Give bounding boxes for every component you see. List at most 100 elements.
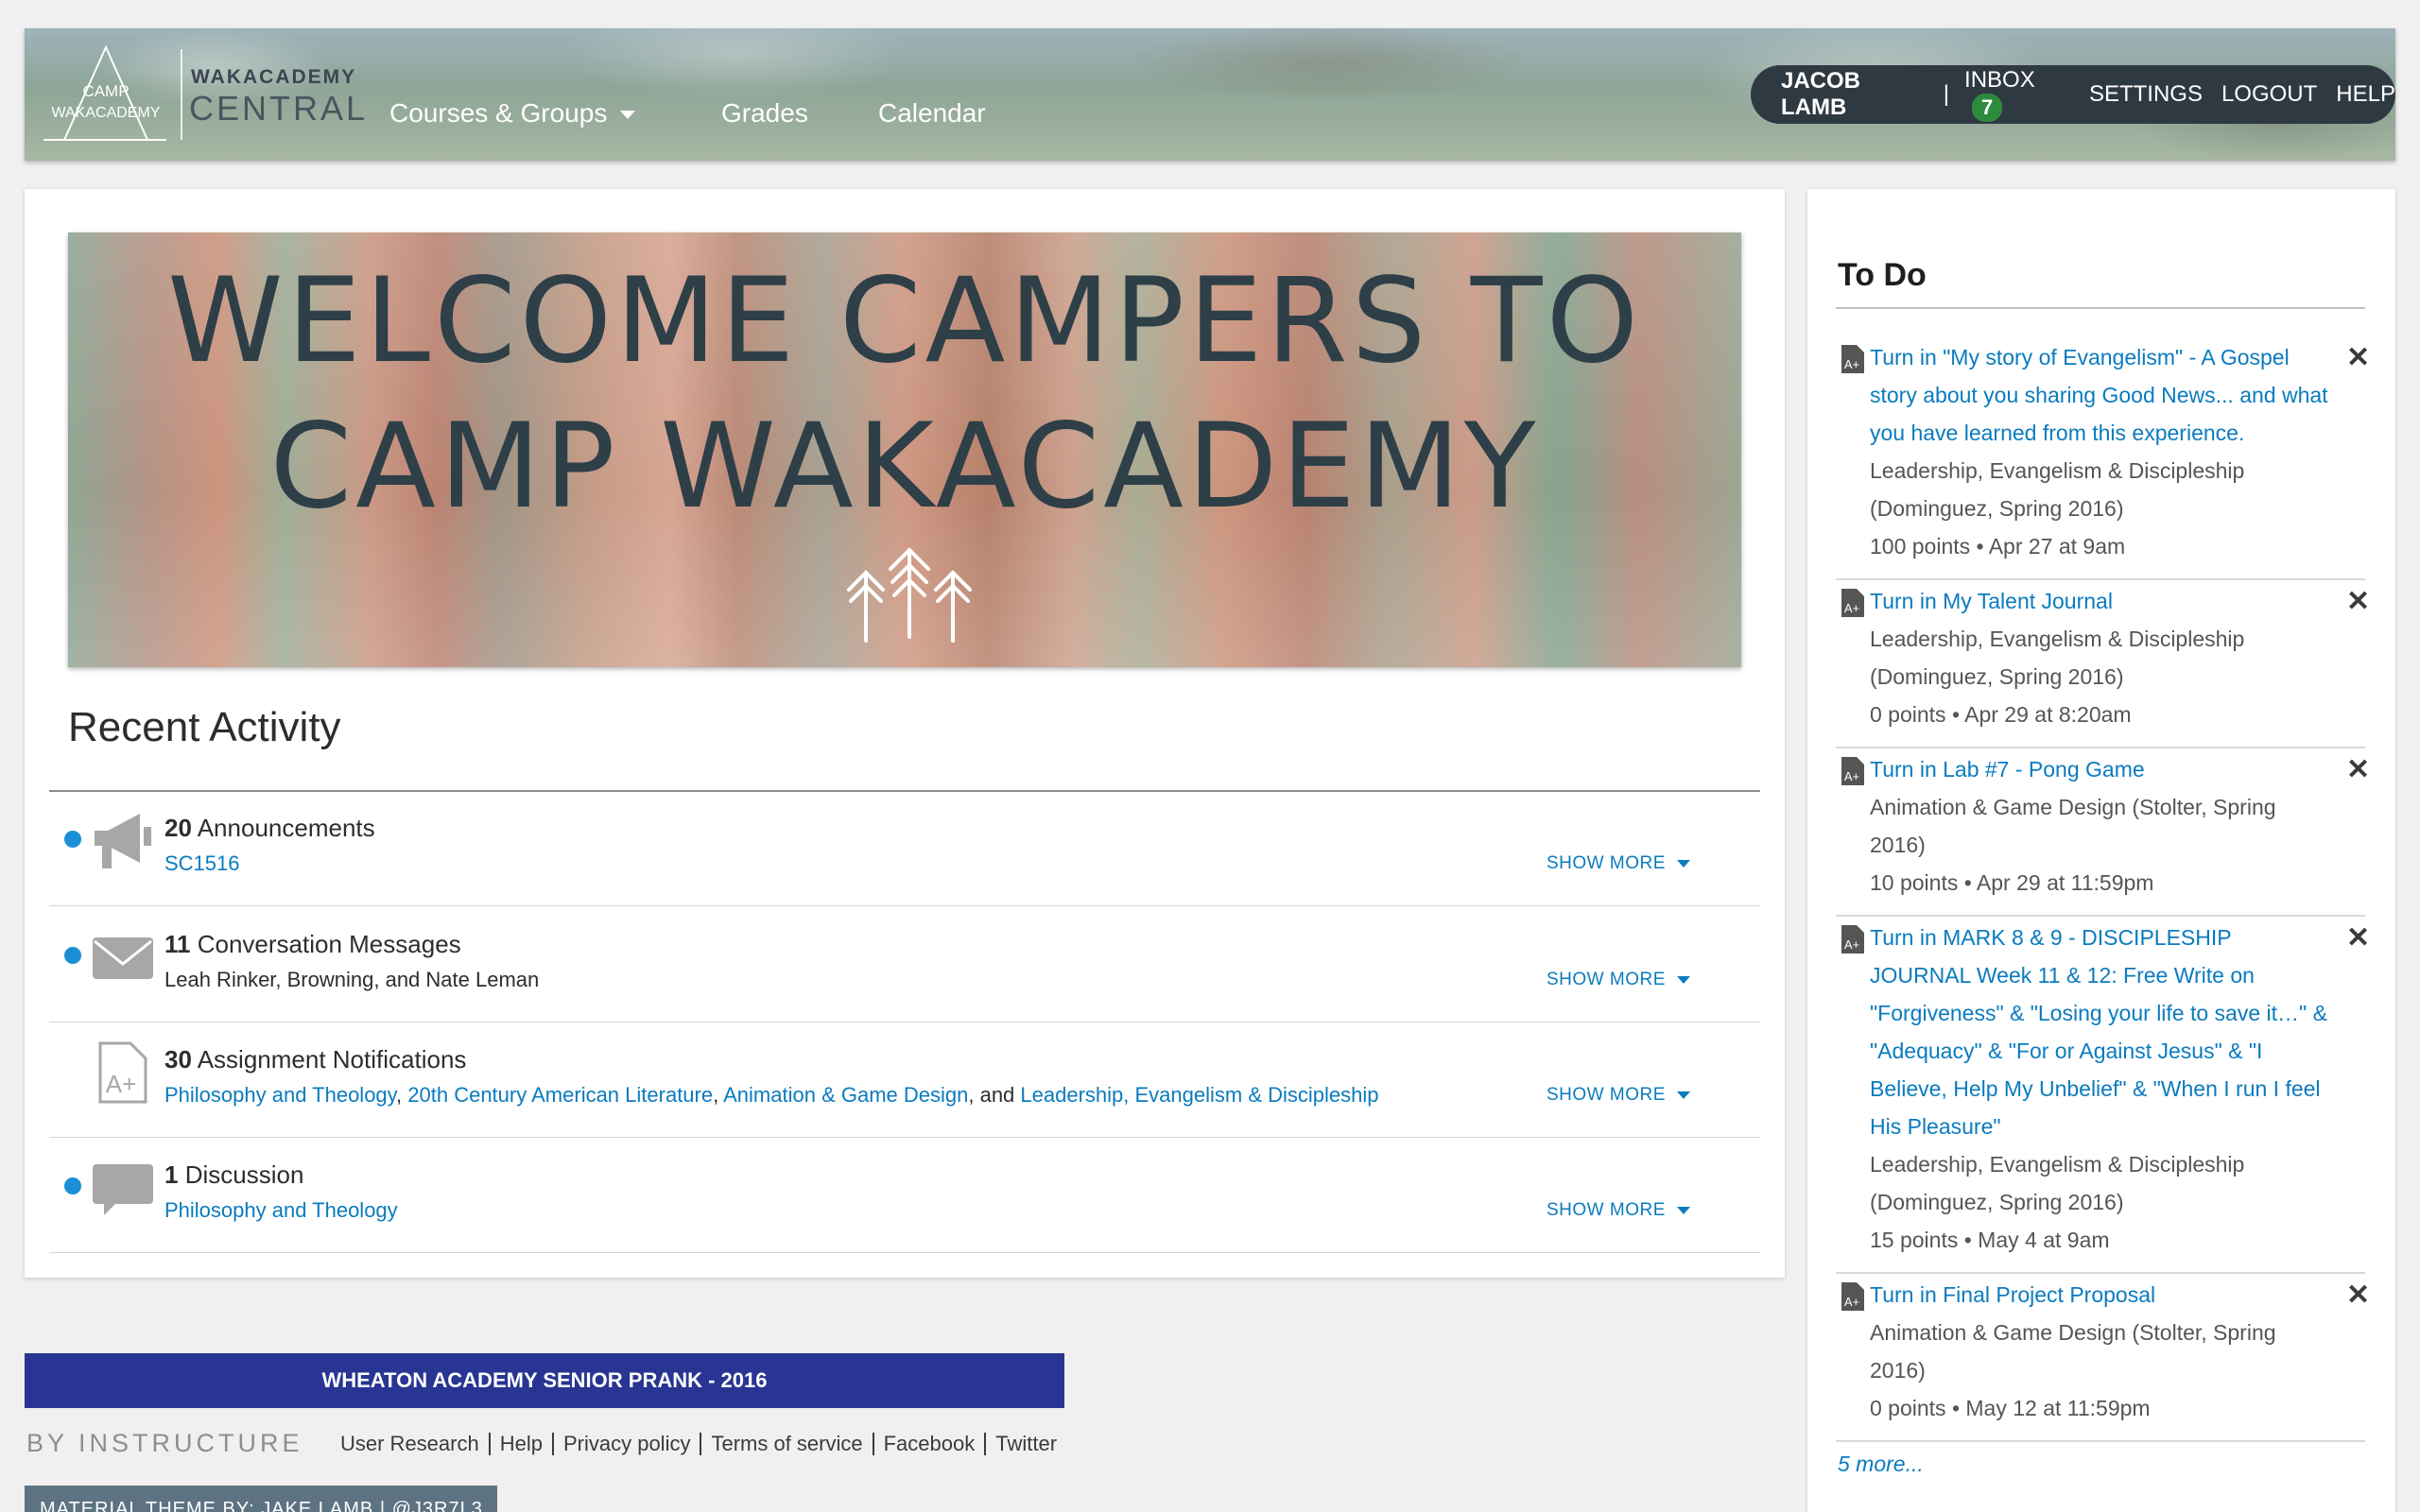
show-more-button[interactable]: SHOW MORE — [1547, 1085, 1690, 1106]
close-icon[interactable]: ✕ — [2346, 344, 2370, 372]
activity-row-assignments[interactable]: A+ 30 Assignment Notifications Philosoph… — [49, 1022, 1760, 1138]
todo-course: Animation & Game Design (Stolter, Spring… — [1870, 795, 2276, 857]
todo-assignment-link[interactable]: Turn in Final Project Proposal — [1870, 1276, 2333, 1314]
todo-assignment-link[interactable]: Turn in Lab #7 - Pong Game — [1870, 750, 2333, 788]
show-more-button[interactable]: SHOW MORE — [1547, 1200, 1690, 1221]
todo-item[interactable]: A+ Turn in My Talent Journal Leadership,… — [1836, 582, 2370, 748]
todo-more-link[interactable]: 5 more... — [1838, 1452, 1924, 1477]
list-separator: , and — [968, 1083, 1021, 1107]
course-link[interactable]: Philosophy and Theology — [164, 1083, 396, 1107]
activity-count: 20 — [164, 814, 192, 842]
todo-course: Leadership, Evangelism & Discipleship (D… — [1870, 1152, 2245, 1214]
show-more-label: SHOW MORE — [1547, 1085, 1666, 1105]
show-more-button[interactable]: SHOW MORE — [1547, 970, 1690, 990]
logo-divider — [181, 49, 182, 140]
megaphone-icon — [95, 814, 151, 868]
chevron-down-icon — [620, 111, 636, 120]
svg-text:A+: A+ — [1844, 601, 1859, 615]
show-more-label: SHOW MORE — [1547, 853, 1666, 873]
nav-courses-groups-label: Courses & Groups — [389, 98, 608, 128]
activity-context-link[interactable]: SC1516 — [164, 851, 240, 876]
by-instructure-logo[interactable]: BY INSTRUCTURE — [26, 1429, 303, 1458]
todo-course: Leadership, Evangelism & Discipleship (D… — [1870, 627, 2245, 689]
todo-assignment-link[interactable]: Turn in MARK 8 & 9 - DISCIPLESHIP JOURNA… — [1870, 919, 2333, 1145]
todo-course: Leadership, Evangelism & Discipleship (D… — [1870, 458, 2245, 521]
footer-links: User Research Help Privacy policy Terms … — [340, 1433, 1066, 1455]
pill-separator: | — [1943, 81, 1950, 107]
nav-courses-groups[interactable]: Courses & Groups — [389, 98, 636, 129]
footer-link-terms[interactable]: Terms of service — [700, 1433, 872, 1455]
footer-link-facebook[interactable]: Facebook — [872, 1433, 985, 1455]
svg-text:A+: A+ — [1844, 357, 1859, 371]
assignment-icon: A+ — [1841, 757, 1864, 785]
list-separator: , — [713, 1083, 724, 1107]
logo-mark-text-camp: CAMP — [82, 82, 129, 100]
todo-item[interactable]: A+ Turn in Final Project Proposal Animat… — [1836, 1276, 2370, 1442]
todo-item[interactable]: A+ Turn in Lab #7 - Pong Game Animation … — [1836, 750, 2370, 917]
course-link[interactable]: Animation & Game Design — [723, 1083, 968, 1107]
pine-trees-icon — [847, 547, 972, 643]
todo-item[interactable]: A+ Turn in MARK 8 & 9 - DISCIPLESHIP JOU… — [1836, 919, 2370, 1274]
prank-banner-link[interactable]: WHEATON ACADEMY SENIOR PRANK - 2016 — [25, 1353, 1064, 1408]
close-icon[interactable]: ✕ — [2346, 1281, 2370, 1310]
todo-heading: To Do — [1838, 257, 1927, 293]
assignment-icon: A+ — [1841, 1282, 1864, 1311]
help-link[interactable]: HELP — [2336, 81, 2395, 108]
todo-assignment-link[interactable]: Turn in "My story of Evangelism" - A Gos… — [1870, 338, 2333, 452]
todo-sidebar: To Do A+ Turn in "My story of Evangelism… — [1807, 189, 2395, 1512]
camp-logo-icon[interactable]: CAMP WAKACADEMY — [43, 42, 191, 147]
footer-link-user-research[interactable]: User Research — [340, 1433, 489, 1455]
logo-wordmark-top[interactable]: WAKACADEMY — [191, 66, 356, 89]
todo-item[interactable]: A+ Turn in "My story of Evangelism" - A … — [1836, 338, 2370, 580]
footer-link-privacy[interactable]: Privacy policy — [551, 1433, 700, 1455]
activity-label: Conversation Messages — [197, 930, 461, 958]
footer-link-twitter[interactable]: Twitter — [984, 1433, 1066, 1455]
nav-calendar[interactable]: Calendar — [878, 98, 986, 129]
close-icon[interactable]: ✕ — [2346, 588, 2370, 616]
activity-label: Assignment Notifications — [197, 1045, 467, 1074]
todo-assignment-link[interactable]: Turn in My Talent Journal — [1870, 582, 2333, 620]
user-name-link[interactable]: JACOB LAMB — [1781, 68, 1928, 121]
activity-row-discussion[interactable]: 1 Discussion Philosophy and Theology SHO… — [49, 1138, 1760, 1253]
activity-title: 20 Announcements — [164, 814, 375, 843]
activity-title: 1 Discussion — [164, 1160, 303, 1190]
nav-grades[interactable]: Grades — [721, 98, 808, 129]
caret-down-icon — [1676, 975, 1690, 984]
unread-indicator — [64, 831, 81, 848]
activity-count: 1 — [164, 1160, 179, 1189]
logout-link[interactable]: LOGOUT — [2221, 81, 2317, 108]
todo-due: 0 points • May 12 at 11:59pm — [1870, 1396, 2151, 1420]
assignment-icon: A+ — [98, 1041, 147, 1104]
activity-context-link[interactable]: Philosophy and Theology — [164, 1198, 398, 1223]
assignment-icon: A+ — [1841, 345, 1864, 373]
caret-down-icon — [1676, 1206, 1690, 1214]
dashboard-main-card: WELCOME CAMPERS TO CAMP WAKACADEMY Recen… — [25, 189, 1785, 1278]
todo-divider — [1836, 307, 2365, 309]
settings-link[interactable]: SETTINGS — [2089, 81, 2203, 108]
activity-row-conversations[interactable]: 11 Conversation Messages Leah Rinker, Br… — [49, 907, 1760, 1022]
course-link[interactable]: 20th Century American Literature — [407, 1083, 713, 1107]
todo-due: 100 points • Apr 27 at 9am — [1870, 534, 2126, 558]
show-more-button[interactable]: SHOW MORE — [1547, 853, 1690, 874]
speech-bubble-icon — [93, 1164, 153, 1215]
caret-down-icon — [1676, 859, 1690, 868]
show-more-label: SHOW MORE — [1547, 970, 1666, 989]
logo-wordmark-bottom[interactable]: CENTRAL — [189, 89, 368, 129]
caret-down-icon — [1676, 1091, 1690, 1099]
footer-link-help[interactable]: Help — [488, 1433, 552, 1455]
activity-label: Announcements — [197, 814, 375, 842]
activity-participants: Leah Rinker, Browning, and Nate Leman — [164, 968, 540, 991]
close-icon[interactable]: ✕ — [2346, 924, 2370, 953]
activity-title: 11 Conversation Messages — [164, 930, 461, 959]
logo-mark-text-wakacademy: WAKACADEMY — [52, 105, 161, 121]
activity-row-announcements[interactable]: 20 Announcements SC1516 SHOW MORE — [49, 791, 1760, 906]
close-icon[interactable]: ✕ — [2346, 756, 2370, 784]
todo-due: 0 points • Apr 29 at 8:20am — [1870, 702, 2132, 727]
activity-count: 30 — [164, 1045, 192, 1074]
course-link[interactable]: Leadership, Evangelism & Discipleship — [1020, 1083, 1378, 1107]
inbox-link[interactable]: INBOX7 — [1964, 67, 2070, 122]
unread-indicator — [64, 1177, 81, 1194]
todo-due: 15 points • May 4 at 9am — [1870, 1228, 2110, 1252]
svg-text:A+: A+ — [1844, 937, 1859, 952]
show-more-label: SHOW MORE — [1547, 1200, 1666, 1220]
